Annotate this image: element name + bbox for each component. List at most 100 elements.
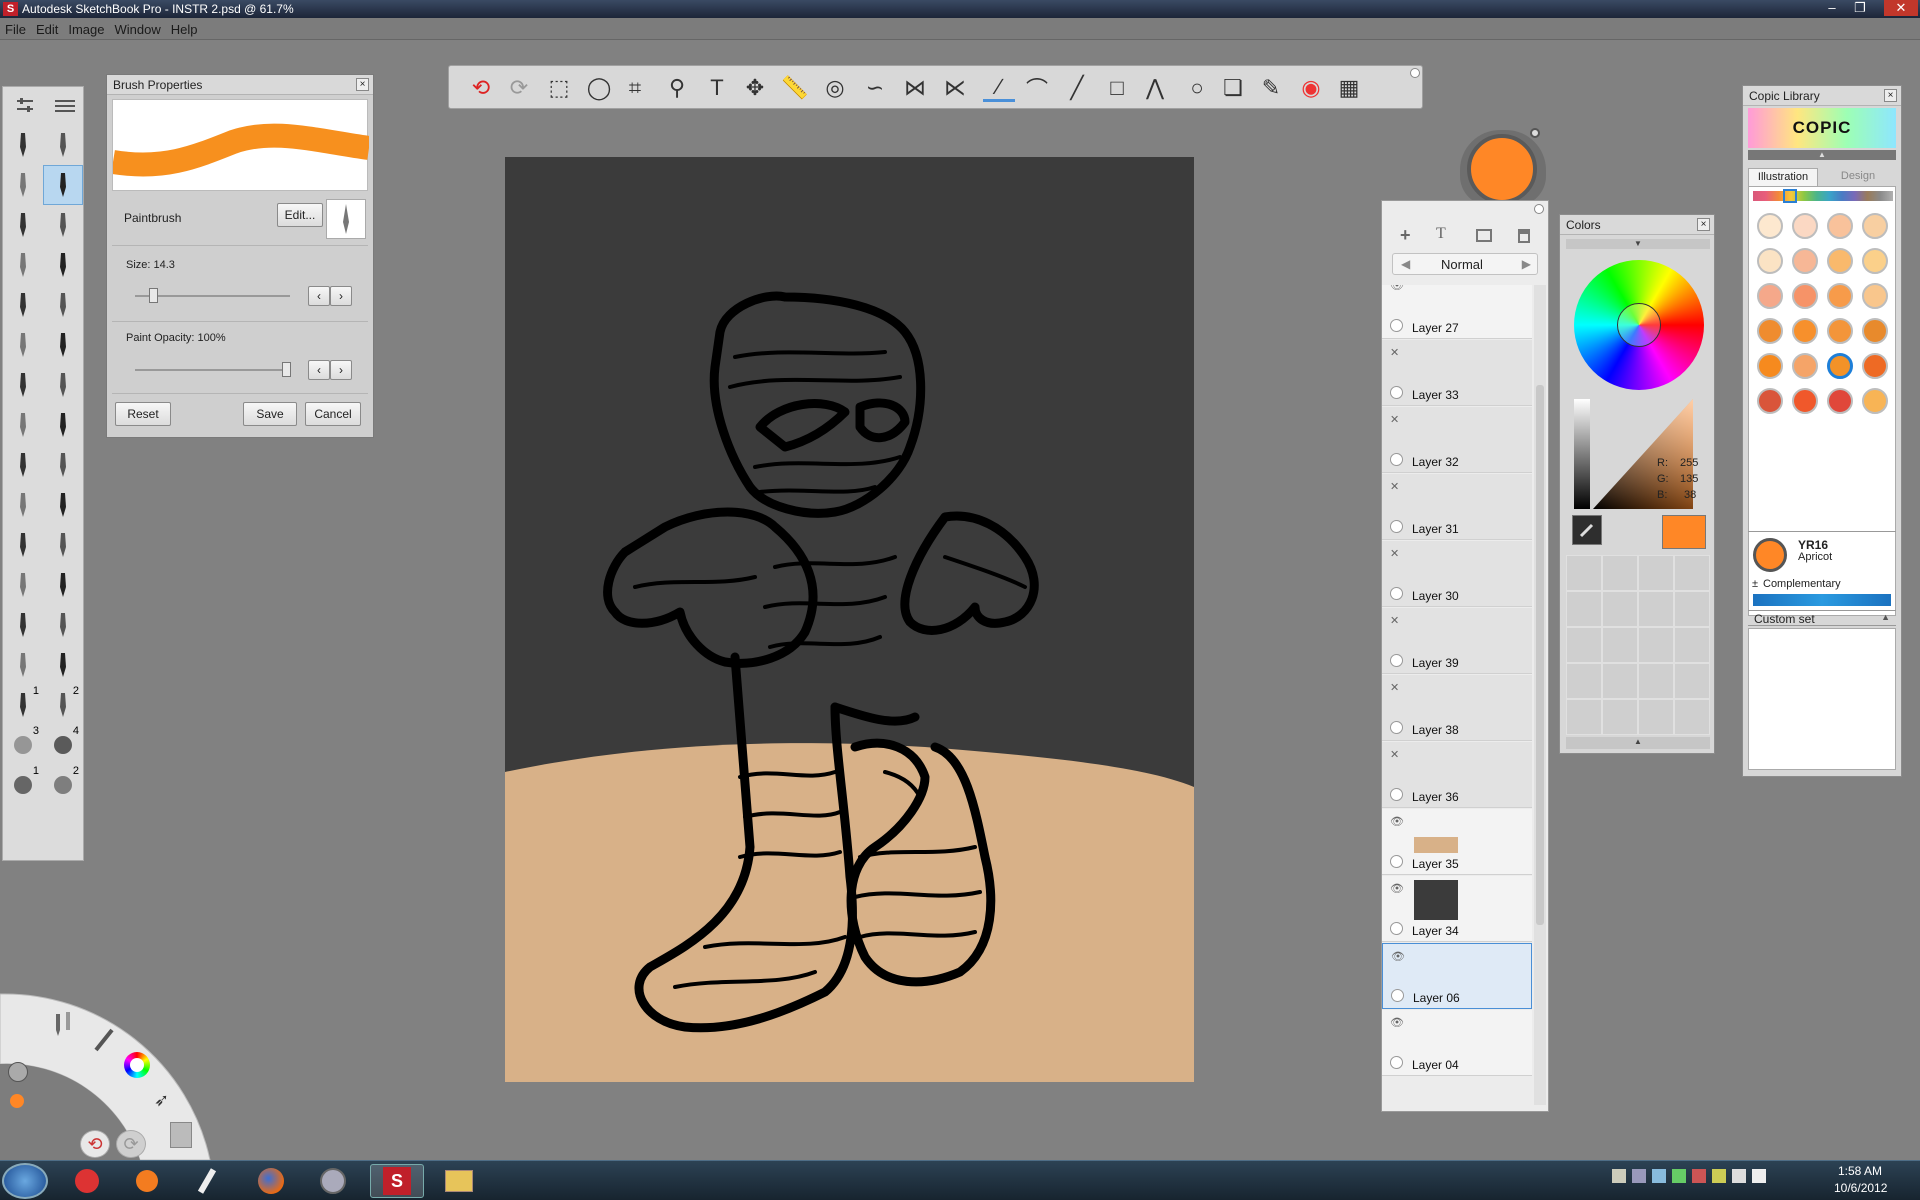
opacity-increase-button[interactable]: ›: [330, 360, 352, 380]
ruler-icon[interactable]: 📏: [779, 74, 811, 102]
layer-row[interactable]: ✕ Layer 30: [1382, 541, 1532, 607]
color-family-bar[interactable]: [1753, 191, 1893, 201]
complementary-toggle-icon[interactable]: ±: [1752, 578, 1758, 590]
current-color-swatch[interactable]: [1662, 515, 1706, 549]
undo-icon[interactable]: ⟲: [465, 74, 497, 102]
size-slider-track[interactable]: [135, 295, 290, 297]
brush-thumbnail-icon[interactable]: [326, 199, 366, 239]
line-icon[interactable]: ╱: [1061, 74, 1093, 102]
copic-swatch[interactable]: [1862, 248, 1888, 274]
menu-image[interactable]: Image: [63, 18, 109, 37]
lagoon-brush-preview[interactable]: [8, 1062, 28, 1082]
layer-lock-radio[interactable]: [1390, 721, 1403, 734]
copic-swatch[interactable]: [1827, 283, 1853, 309]
brush-cell[interactable]: [43, 125, 83, 165]
layer-row[interactable]: 👁 Layer 34: [1382, 876, 1532, 942]
symmetry-x-icon[interactable]: ⋈: [899, 74, 931, 102]
taskbar-app-5-icon[interactable]: [306, 1164, 360, 1198]
close-button[interactable]: ✕: [1884, 0, 1918, 16]
value-strip[interactable]: [1574, 399, 1590, 509]
tray-icon[interactable]: [1672, 1169, 1686, 1183]
brush-cell[interactable]: [43, 405, 83, 445]
copic-swatch[interactable]: [1827, 388, 1853, 414]
layer-scrollbar[interactable]: [1534, 285, 1546, 1105]
custom-set-header[interactable]: Custom set ▲: [1748, 610, 1896, 626]
copic-swatch[interactable]: [1827, 353, 1853, 379]
blend-mode-selector[interactable]: ◀ Normal ▶: [1392, 253, 1538, 275]
brush-cell[interactable]: [43, 645, 83, 685]
copic-swatch[interactable]: [1862, 283, 1888, 309]
menu-file[interactable]: File: [0, 18, 31, 37]
brush-cell[interactable]: [43, 325, 83, 365]
brush-cell[interactable]: [43, 205, 83, 245]
brush-cell[interactable]: [3, 365, 43, 405]
brush-cell[interactable]: 2: [43, 685, 83, 725]
layer-row[interactable]: ✕ Layer 38: [1382, 675, 1532, 741]
copic-swatch[interactable]: [1757, 353, 1783, 379]
layer-lock-radio[interactable]: [1390, 788, 1403, 801]
copic-swatch[interactable]: [1792, 283, 1818, 309]
close-icon[interactable]: ×: [356, 78, 369, 91]
brush-cell[interactable]: [43, 485, 83, 525]
r-value[interactable]: 255: [1680, 457, 1698, 469]
tray-icon[interactable]: [1692, 1169, 1706, 1183]
minimize-button[interactable]: ‒: [1820, 0, 1844, 16]
layer-row[interactable]: 👁 Layer 04: [1382, 1010, 1532, 1076]
symmetry-y-icon[interactable]: ⋉: [939, 74, 971, 102]
tray-icon[interactable]: [1652, 1169, 1666, 1183]
brush-cell[interactable]: [3, 445, 43, 485]
eye-icon[interactable]: 👁: [1390, 882, 1404, 895]
brush-cell[interactable]: [43, 565, 83, 605]
brush-cell[interactable]: [3, 605, 43, 645]
color-triangle[interactable]: [1593, 399, 1693, 509]
copic-swatch[interactable]: [1792, 318, 1818, 344]
copic-swatch[interactable]: [1757, 213, 1783, 239]
brush-cell[interactable]: [43, 245, 83, 285]
drawing-canvas[interactable]: [505, 157, 1194, 1082]
layer-row[interactable]: ✕ Layer 33: [1382, 340, 1532, 406]
brush-cell[interactable]: [43, 445, 83, 485]
brush-cell[interactable]: 4: [43, 725, 83, 765]
lagoon-color-wheel-icon[interactable]: [124, 1052, 150, 1078]
copic-swatch[interactable]: [1757, 283, 1783, 309]
brush-settings-icon[interactable]: [15, 97, 35, 116]
color-family-selector[interactable]: [1783, 189, 1797, 203]
taskbar-app-3-icon[interactable]: [180, 1164, 234, 1198]
crop-icon[interactable]: ⌗: [619, 74, 651, 102]
close-icon[interactable]: ×: [1697, 218, 1710, 231]
copic-swatch[interactable]: [1792, 388, 1818, 414]
brush-cell[interactable]: [3, 485, 43, 525]
tray-icon[interactable]: [1632, 1169, 1646, 1183]
copic-swatch[interactable]: [1862, 213, 1888, 239]
zoom-icon[interactable]: ⚲: [661, 74, 693, 102]
brush-cell[interactable]: [3, 645, 43, 685]
lasso-icon[interactable]: ◯: [583, 74, 615, 102]
brush-cell[interactable]: [43, 165, 83, 205]
brush-cell[interactable]: [3, 285, 43, 325]
brush-cell[interactable]: [43, 525, 83, 565]
taskbar-app-1-icon[interactable]: [60, 1164, 114, 1198]
reset-button[interactable]: Reset: [115, 402, 171, 426]
layer-row[interactable]: 👁 Layer 27: [1382, 285, 1532, 339]
hidden-eye-icon[interactable]: ✕: [1390, 748, 1399, 761]
layer-row[interactable]: 👁 Layer 06: [1382, 943, 1532, 1009]
layer-panel-close-icon[interactable]: [1534, 204, 1544, 214]
opacity-decrease-button[interactable]: ‹: [308, 360, 330, 380]
color-wheel-icon[interactable]: ◉: [1295, 74, 1327, 102]
layer-row[interactable]: ✕ Layer 31: [1382, 474, 1532, 540]
ellipse-icon[interactable]: ○: [1181, 74, 1213, 102]
expand-arrow-icon[interactable]: ▲: [1566, 737, 1710, 749]
brush-cell[interactable]: [43, 285, 83, 325]
french-curve-icon[interactable]: ∽: [859, 74, 891, 102]
layer-row[interactable]: ✕ Layer 39: [1382, 608, 1532, 674]
lagoon-brush-icon[interactable]: [92, 1024, 118, 1054]
copic-swatch[interactable]: [1792, 213, 1818, 239]
start-button[interactable]: [2, 1163, 48, 1199]
save-button[interactable]: Save: [243, 402, 297, 426]
brush-cell[interactable]: [3, 525, 43, 565]
custom-set-collapse-icon[interactable]: ▲: [1881, 612, 1890, 622]
clock-time[interactable]: 1:58 AM: [1838, 1164, 1882, 1178]
complementary-bar[interactable]: [1753, 594, 1891, 606]
copic-swatch[interactable]: [1757, 318, 1783, 344]
edit-brush-button[interactable]: Edit...: [277, 203, 323, 227]
